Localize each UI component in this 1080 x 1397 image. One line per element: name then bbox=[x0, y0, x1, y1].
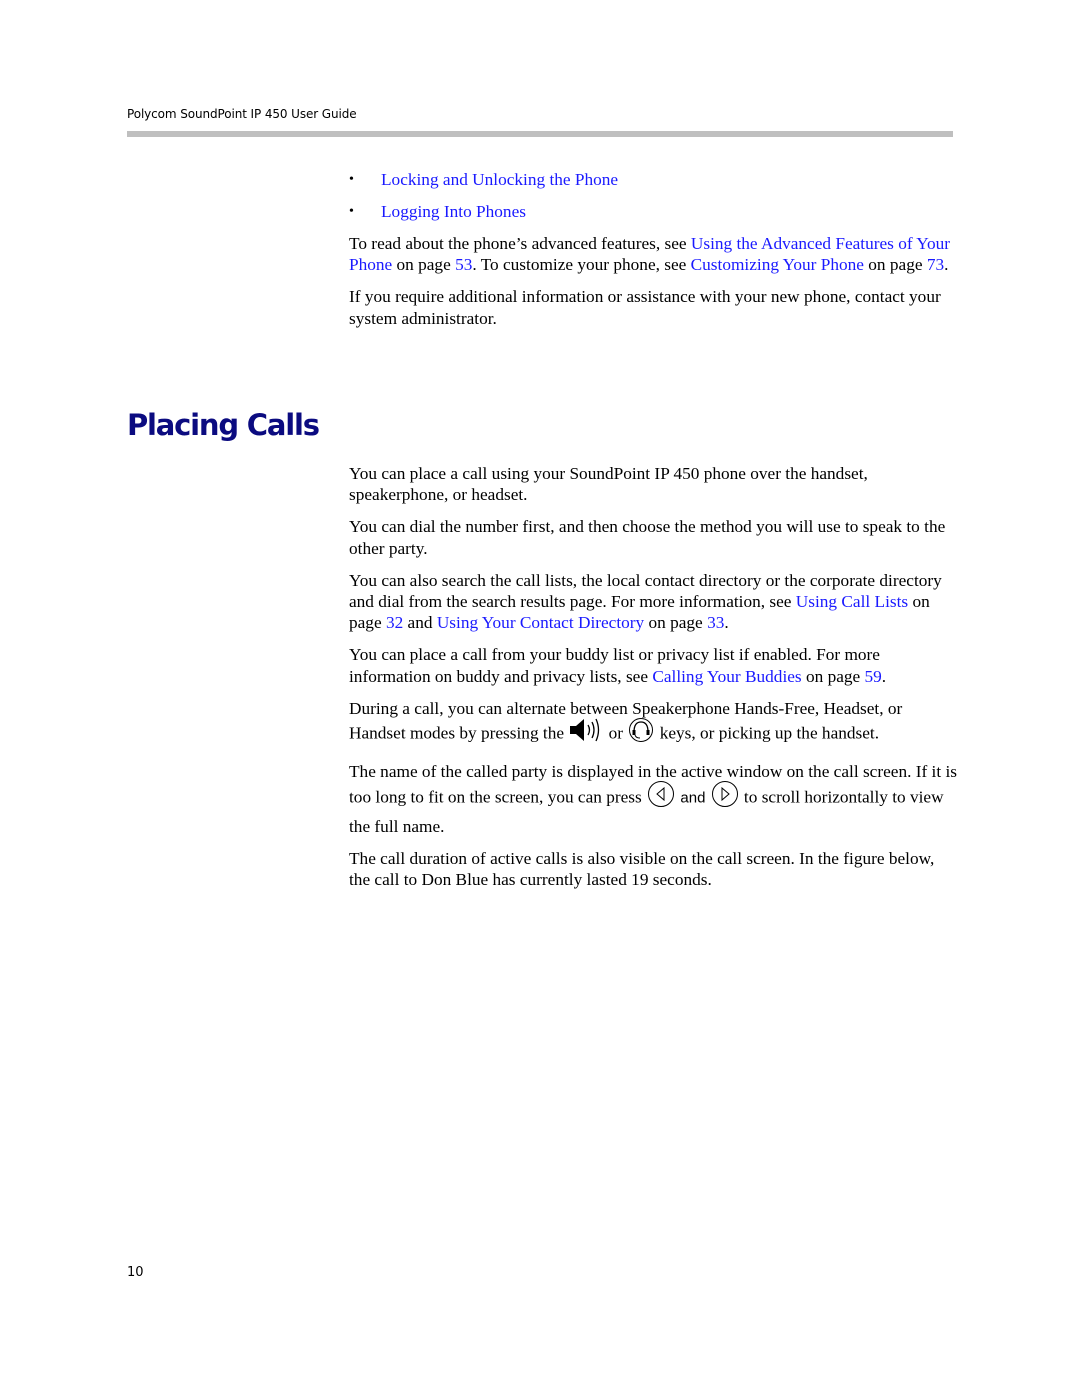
speaker-icon bbox=[568, 717, 604, 748]
link-logging-into-phones[interactable]: Logging Into Phones bbox=[381, 201, 526, 222]
intro-text: To read about the phone’s advanced featu… bbox=[349, 233, 959, 340]
header-rule bbox=[127, 131, 953, 137]
bullet-item: • Locking and Unlocking the Phone bbox=[349, 169, 959, 201]
section-heading: Placing Calls bbox=[127, 408, 320, 442]
bullet-icon: • bbox=[349, 204, 354, 219]
link-customizing-your-phone[interactable]: Customizing Your Phone bbox=[691, 255, 864, 274]
bullet-item: • Logging Into Phones bbox=[349, 201, 959, 233]
paragraph: You can place a call using your SoundPoi… bbox=[349, 464, 868, 505]
paragraph: During a call, you can alternate between… bbox=[349, 698, 959, 750]
page-link-53[interactable]: 53 bbox=[455, 255, 472, 274]
headset-icon bbox=[627, 717, 655, 748]
paragraph: The name of the called party is displaye… bbox=[349, 762, 957, 836]
page-number: 10 bbox=[127, 1265, 144, 1280]
bullet-list: • Locking and Unlocking the Phone • Logg… bbox=[349, 169, 959, 233]
right-arrow-key-icon bbox=[710, 780, 740, 813]
paragraph: To read about the phone’s advanced featu… bbox=[349, 234, 951, 275]
link-calling-your-buddies[interactable]: Calling Your Buddies bbox=[652, 667, 801, 686]
bullet-icon: • bbox=[349, 172, 354, 187]
paragraph: You can dial the number first, and then … bbox=[349, 517, 946, 558]
running-header: Polycom SoundPoint IP 450 User Guide bbox=[127, 107, 357, 121]
link-locking-unlocking[interactable]: Locking and Unlocking the Phone bbox=[381, 169, 618, 190]
link-using-contact-directory[interactable]: Using Your Contact Directory bbox=[437, 613, 644, 632]
paragraph: The call duration of active calls is als… bbox=[349, 848, 935, 890]
page-link-32[interactable]: 32 bbox=[386, 613, 403, 632]
page-link-73[interactable]: 73 bbox=[927, 255, 944, 274]
page-link-59[interactable]: 59 bbox=[865, 667, 882, 686]
paragraph: If you require additional information or… bbox=[349, 287, 941, 328]
link-using-call-lists[interactable]: Using Call Lists bbox=[796, 592, 908, 611]
paragraph: You can also search the call lists, the … bbox=[349, 570, 942, 633]
left-arrow-key-icon bbox=[646, 780, 676, 813]
section-body: You can place a call using your SoundPoi… bbox=[349, 463, 959, 901]
page-link-33[interactable]: 33 bbox=[707, 613, 724, 632]
paragraph: You can place a call from your buddy lis… bbox=[349, 645, 887, 686]
